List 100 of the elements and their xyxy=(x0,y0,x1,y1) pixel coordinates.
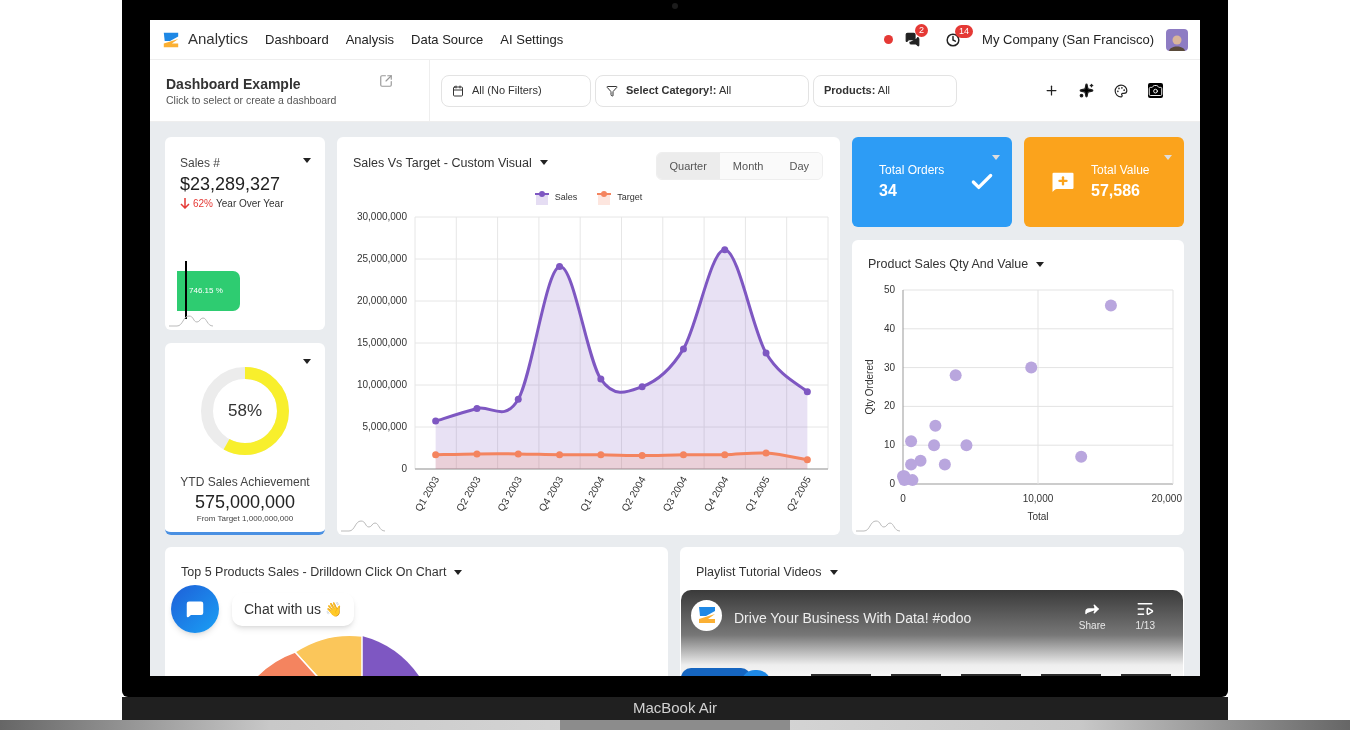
dashboard-hint: Click to select or create a dashboard xyxy=(166,93,338,107)
axis-label: 15,000,000 xyxy=(356,337,407,348)
data-point xyxy=(960,439,973,452)
data-point xyxy=(905,435,918,448)
data-point xyxy=(1104,299,1117,312)
axis-label: 50 xyxy=(883,284,895,295)
legend-label: Target xyxy=(617,191,643,205)
video-title[interactable]: Drive Your Business With Data! #odoo xyxy=(734,607,972,629)
point xyxy=(679,345,687,353)
data-point xyxy=(938,458,951,471)
camera-icon[interactable] xyxy=(1148,83,1163,98)
point xyxy=(514,450,522,458)
percent-label: 58% xyxy=(228,400,262,423)
data-point xyxy=(949,369,962,382)
data-point xyxy=(929,419,942,432)
axis-label: 10,000,000 xyxy=(356,379,407,390)
caret-icon[interactable] xyxy=(303,359,311,364)
device-label: MacBook Air xyxy=(632,698,718,719)
value-bar: 746.15 % xyxy=(177,271,240,311)
point xyxy=(597,451,605,459)
data-point xyxy=(905,458,918,471)
axis-label: 10 xyxy=(883,439,895,451)
chat-button[interactable] xyxy=(171,585,219,633)
data-point xyxy=(1075,450,1088,463)
wave-icon xyxy=(856,518,900,532)
caret-icon[interactable] xyxy=(454,569,463,575)
chart-title: Sales Vs Target - Custom Visual xyxy=(353,155,532,172)
count-badge: 2 xyxy=(915,24,929,37)
axis-label: 0 xyxy=(900,493,906,504)
logo-icon xyxy=(696,605,717,626)
calendar-icon xyxy=(452,84,464,97)
palette-icon[interactable] xyxy=(1114,83,1128,98)
filter-dropdown[interactable]: Select Category!: All xyxy=(595,74,809,107)
camera-lens xyxy=(672,3,678,9)
filter-icon xyxy=(606,84,618,97)
menu-item[interactable]: AI Settings xyxy=(500,29,564,50)
point xyxy=(762,349,770,357)
menu-item[interactable]: Analysis xyxy=(345,29,395,50)
add-icon[interactable] xyxy=(1044,83,1059,98)
caret-icon[interactable] xyxy=(1036,261,1045,267)
menu-item[interactable]: Dashboard xyxy=(265,29,329,50)
axis-label: 20,000,000 xyxy=(356,295,407,306)
data-point xyxy=(1025,361,1038,374)
legend-swatch-icon xyxy=(597,191,612,205)
sparkles-icon[interactable] xyxy=(1079,83,1094,98)
point xyxy=(762,449,770,457)
point xyxy=(473,405,481,413)
axis-label: 30 xyxy=(883,361,895,373)
wave-icon xyxy=(341,518,385,532)
axis-label: 25,000,000 xyxy=(356,253,407,264)
playlist-button[interactable]: 1/13 xyxy=(1135,599,1155,633)
legend-label: Sales xyxy=(554,191,578,205)
point xyxy=(597,375,605,383)
share-button[interactable]: Share xyxy=(1078,599,1106,633)
messages-button[interactable] xyxy=(905,32,921,47)
axis-title: Total xyxy=(1027,511,1049,522)
filter-dropdown[interactable]: All (No Filters) xyxy=(441,74,591,107)
activities-button[interactable] xyxy=(946,32,961,47)
kpi-title: YTD Sales Achievement xyxy=(180,474,310,491)
chat-icon xyxy=(186,600,204,618)
point xyxy=(679,451,687,459)
chat-prompt[interactable]: Chat with us 👋 xyxy=(232,592,354,626)
data-point xyxy=(914,454,927,467)
kpi-title: Sales # xyxy=(180,155,221,172)
caret-icon[interactable] xyxy=(539,160,548,165)
period-tab[interactable]: Quarter xyxy=(656,153,720,179)
axis-label: 20,000 xyxy=(1151,493,1182,504)
kpi-value: 575,000,000 xyxy=(194,491,296,513)
point xyxy=(638,452,646,460)
dashboard-title[interactable]: Dashboard Example xyxy=(166,76,379,93)
filter-dropdown[interactable]: Products: All xyxy=(813,74,957,107)
point xyxy=(432,417,440,425)
company-switcher[interactable]: My Company (San Francisco) xyxy=(982,29,1154,50)
chat-icon xyxy=(905,32,921,47)
axis-label: 20 xyxy=(883,400,895,412)
data-point xyxy=(928,439,941,452)
caret-icon[interactable] xyxy=(829,569,838,575)
menu-item[interactable]: Data Source xyxy=(411,29,484,50)
chart-title: Playlist Tutorial Videos xyxy=(696,564,822,581)
axis-label: 5,000,000 xyxy=(362,421,407,432)
chart-title: Top 5 Products Sales - Drilldown Click On Chart xyxy=(181,564,447,581)
point xyxy=(514,395,522,403)
point xyxy=(721,451,729,459)
axis-label: 40 xyxy=(883,322,895,334)
axis-title: Qty Ordered xyxy=(864,359,875,415)
point xyxy=(556,451,564,459)
axis-label: 0 xyxy=(889,478,895,489)
clock-icon xyxy=(946,32,961,47)
external-link-icon[interactable] xyxy=(379,74,393,88)
count-badge: 14 xyxy=(955,24,974,38)
caret-icon[interactable] xyxy=(303,157,311,163)
point xyxy=(721,246,729,254)
point xyxy=(803,456,811,464)
wave-icon xyxy=(169,313,213,327)
change-value: 62% xyxy=(193,197,213,211)
point xyxy=(432,451,440,459)
down-arrow-icon xyxy=(180,198,190,209)
tile-value: 34 xyxy=(879,181,898,201)
avatar[interactable] xyxy=(1166,28,1188,51)
app-title: Analytics xyxy=(188,29,249,50)
